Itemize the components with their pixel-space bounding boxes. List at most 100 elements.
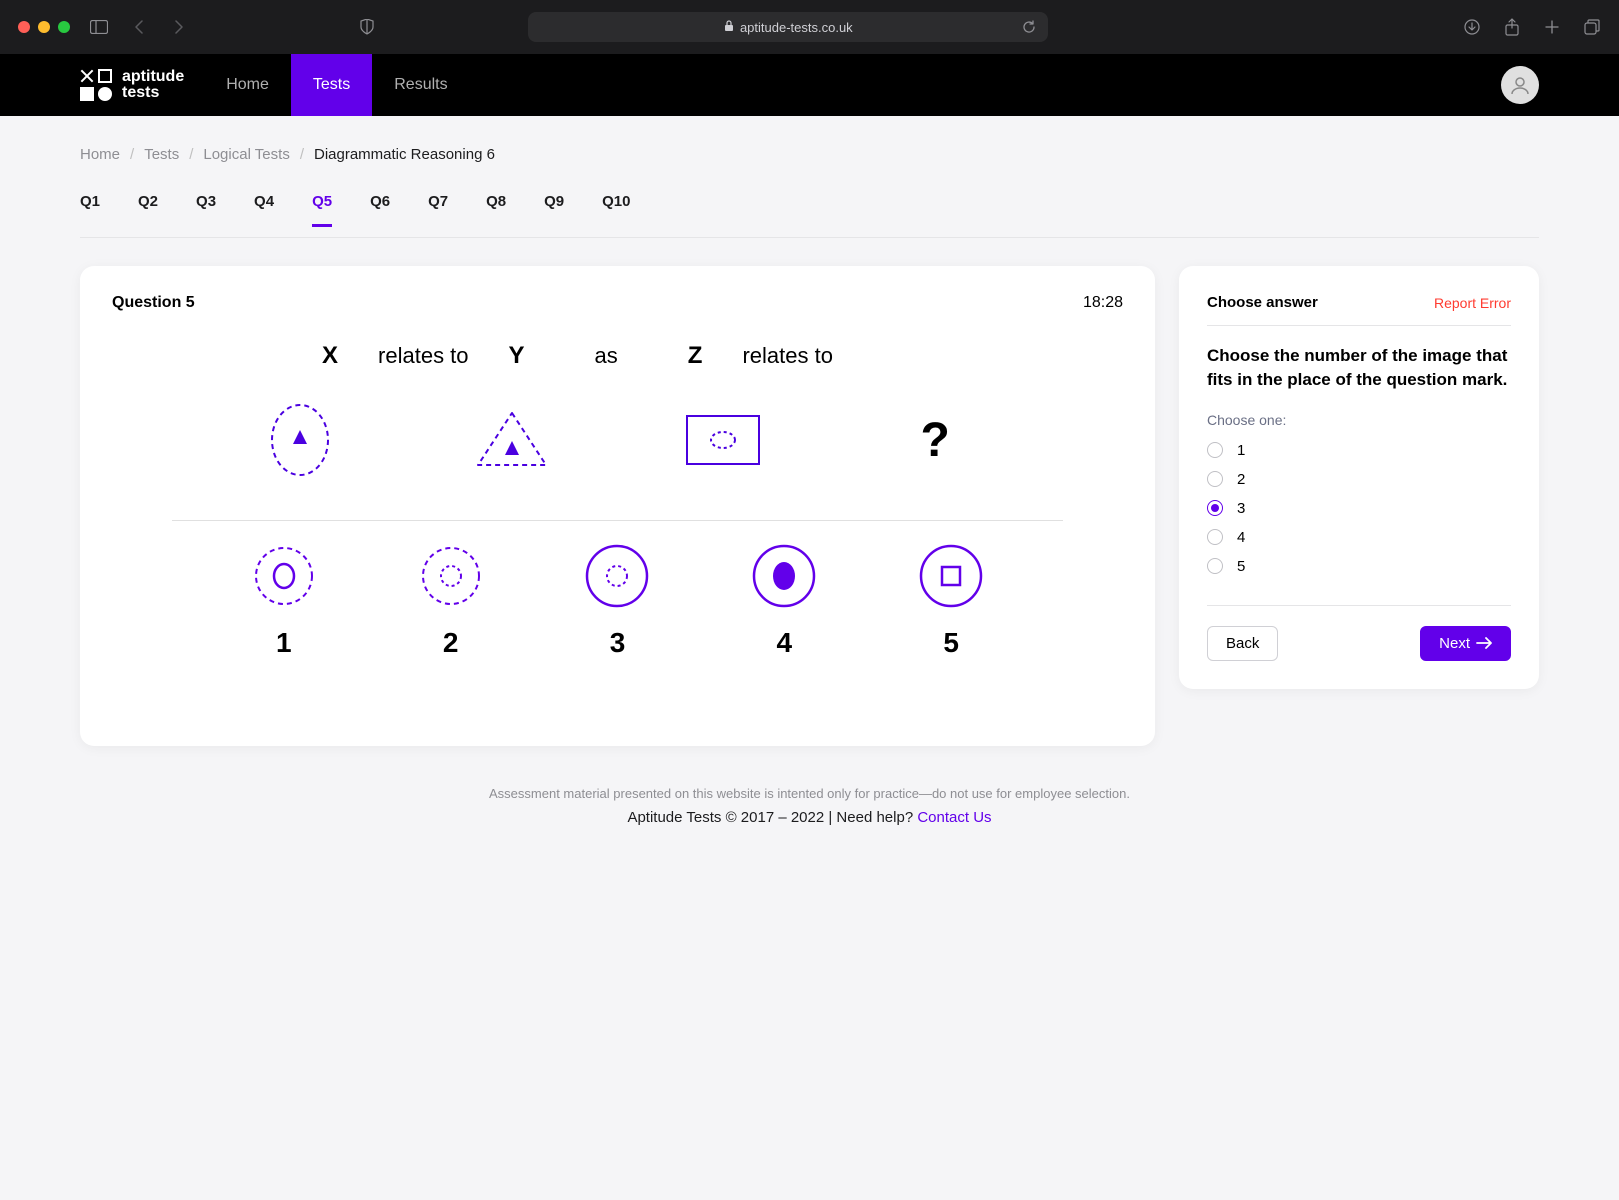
downloads-icon[interactable]: [1463, 18, 1481, 36]
radio-icon: [1207, 471, 1223, 487]
option-3-label: 3: [610, 627, 626, 659]
answer-subheading: Choose one:: [1207, 412, 1511, 428]
answer-option-1[interactable]: 1: [1207, 442, 1511, 459]
nav-results[interactable]: Results: [372, 54, 469, 116]
option-2-label: 2: [443, 627, 459, 659]
timer: 18:28: [1083, 294, 1123, 312]
answer-options: 1 2 3 4 5: [1207, 442, 1511, 575]
answer-option-2[interactable]: 2: [1207, 471, 1511, 488]
arrow-right-icon: [1476, 637, 1492, 649]
analogy-relates1: relates to: [378, 343, 469, 369]
maximize-window[interactable]: [58, 21, 70, 33]
option-4: 4: [749, 541, 819, 659]
answer-option-4[interactable]: 4: [1207, 529, 1511, 546]
tab-q6[interactable]: Q6: [370, 193, 390, 227]
tabs-icon[interactable]: [1583, 18, 1601, 36]
answer-card: Choose answer Report Error Choose the nu…: [1179, 266, 1539, 689]
nav-tests[interactable]: Tests: [291, 54, 372, 116]
tab-q10[interactable]: Q10: [602, 193, 630, 227]
forward-icon[interactable]: [170, 18, 188, 36]
analogy-as: as: [595, 343, 618, 369]
option-3: 3: [582, 541, 652, 659]
answer-option-label: 4: [1237, 529, 1245, 546]
radio-icon: [1207, 442, 1223, 458]
answer-option-label: 5: [1237, 558, 1245, 575]
answer-option-5[interactable]: 5: [1207, 558, 1511, 575]
crumb-current: Diagrammatic Reasoning 6: [314, 146, 495, 163]
answer-option-label: 2: [1237, 471, 1245, 488]
window-controls: [18, 21, 70, 33]
figure-unknown: ?: [871, 413, 999, 468]
answer-heading: Choose answer: [1207, 294, 1318, 311]
figure-y: [448, 405, 576, 475]
footer-disclaimer: Assessment material presented on this we…: [80, 786, 1539, 801]
answer-option-label: 3: [1237, 500, 1245, 517]
reload-icon[interactable]: [1020, 18, 1038, 36]
question-card: Question 5 18:28 X relates to Y as Z rel…: [80, 266, 1155, 746]
tab-q8[interactable]: Q8: [486, 193, 506, 227]
tab-q2[interactable]: Q2: [138, 193, 158, 227]
crumb-logical[interactable]: Logical Tests: [203, 146, 289, 163]
crumb-home[interactable]: Home: [80, 146, 120, 163]
figure-z: [659, 412, 787, 468]
tab-q1[interactable]: Q1: [80, 193, 100, 227]
option-figures: 1 2 3: [152, 541, 1083, 659]
radio-icon: [1207, 558, 1223, 574]
lock-icon: [724, 20, 734, 35]
report-error-link[interactable]: Report Error: [1434, 295, 1511, 311]
answer-prompt: Choose the number of the image that fits…: [1207, 344, 1511, 392]
radio-icon: [1207, 500, 1223, 516]
next-button-label: Next: [1439, 635, 1470, 652]
answer-option-label: 1: [1237, 442, 1245, 459]
question-tabs: Q1 Q2 Q3 Q4 Q5 Q6 Q7 Q8 Q9 Q10: [80, 173, 1539, 238]
analogy-figures: ?: [152, 390, 1083, 490]
tab-q4[interactable]: Q4: [254, 193, 274, 227]
analogy-y: Y: [509, 342, 525, 370]
footer-copyright: Aptitude Tests © 2017 – 2022 | Need help…: [627, 809, 917, 826]
option-2: 2: [416, 541, 486, 659]
option-1-label: 1: [276, 627, 292, 659]
tab-q7[interactable]: Q7: [428, 193, 448, 227]
nav-home[interactable]: Home: [204, 54, 291, 116]
user-icon: [1509, 74, 1531, 96]
radio-icon: [1207, 529, 1223, 545]
profile-avatar[interactable]: [1501, 66, 1539, 104]
logo[interactable]: aptitude tests: [80, 69, 184, 101]
analogy-x: X: [322, 342, 338, 370]
url-bar[interactable]: aptitude-tests.co.uk: [528, 12, 1048, 42]
close-window[interactable]: [18, 21, 30, 33]
back-button[interactable]: Back: [1207, 626, 1278, 661]
footer: Assessment material presented on this we…: [80, 746, 1539, 826]
minimize-window[interactable]: [38, 21, 50, 33]
contact-link[interactable]: Contact Us: [917, 809, 991, 826]
url-text: aptitude-tests.co.uk: [740, 20, 853, 35]
new-tab-icon[interactable]: [1543, 18, 1561, 36]
next-button[interactable]: Next: [1420, 626, 1511, 661]
site-nav: aptitude tests Home Tests Results: [0, 54, 1619, 116]
option-1: 1: [249, 541, 319, 659]
tab-q9[interactable]: Q9: [544, 193, 564, 227]
tab-q5[interactable]: Q5: [312, 193, 332, 227]
figure-x: [236, 400, 364, 480]
option-4-label: 4: [777, 627, 793, 659]
logo-mark: [80, 69, 112, 101]
logo-text: aptitude tests: [122, 69, 184, 101]
browser-chrome: aptitude-tests.co.uk: [0, 0, 1619, 54]
option-5-label: 5: [943, 627, 959, 659]
question-title: Question 5: [112, 294, 195, 312]
breadcrumb: Home / Tests / Logical Tests / Diagramma…: [80, 116, 1539, 173]
shield-icon[interactable]: [358, 18, 376, 36]
analogy-z: Z: [688, 342, 703, 370]
nav-links: Home Tests Results: [204, 54, 469, 116]
divider: [172, 520, 1063, 521]
page-body: Home / Tests / Logical Tests / Diagramma…: [0, 116, 1619, 1200]
back-icon[interactable]: [130, 18, 148, 36]
option-5: 5: [916, 541, 986, 659]
analogy-header: X relates to Y as Z relates to: [112, 342, 1123, 370]
analogy-relates2: relates to: [742, 343, 833, 369]
answer-option-3[interactable]: 3: [1207, 500, 1511, 517]
share-icon[interactable]: [1503, 18, 1521, 36]
crumb-tests[interactable]: Tests: [144, 146, 179, 163]
tab-q3[interactable]: Q3: [196, 193, 216, 227]
sidebar-toggle-icon[interactable]: [90, 18, 108, 36]
